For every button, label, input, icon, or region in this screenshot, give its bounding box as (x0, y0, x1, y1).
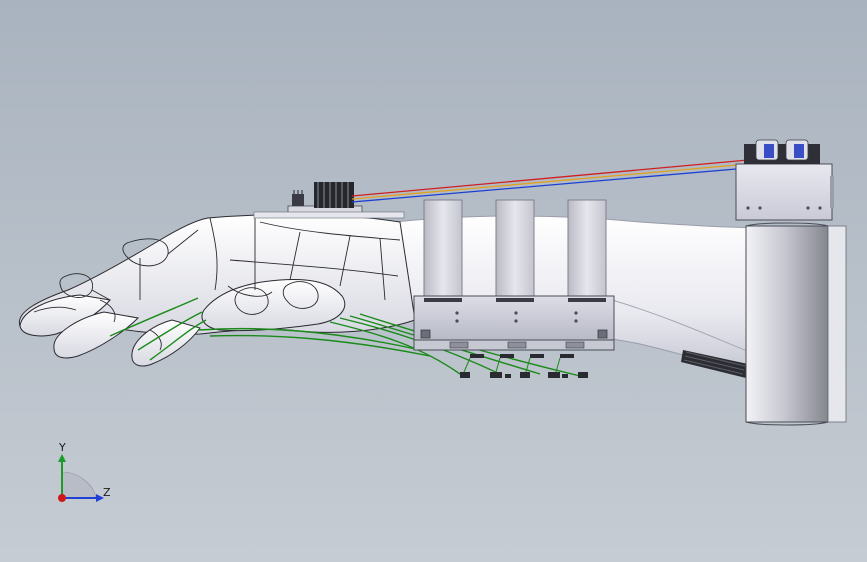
triad-z-label: Z (103, 486, 111, 499)
triad-origin (58, 494, 66, 502)
battery-box[interactable] (735, 139, 834, 221)
wrist-strap-2[interactable] (495, 199, 535, 299)
actuator-bracket[interactable] (413, 295, 615, 351)
cad-scene[interactable] (0, 0, 867, 562)
cad-viewport[interactable]: Y Z (0, 0, 867, 562)
triad-y-label: Y (59, 441, 66, 454)
wrist-straps[interactable] (423, 199, 607, 299)
forearm-cuff[interactable] (745, 222, 847, 426)
wrist-strap-3[interactable] (567, 199, 607, 299)
wrist-strap-1[interactable] (423, 199, 463, 299)
